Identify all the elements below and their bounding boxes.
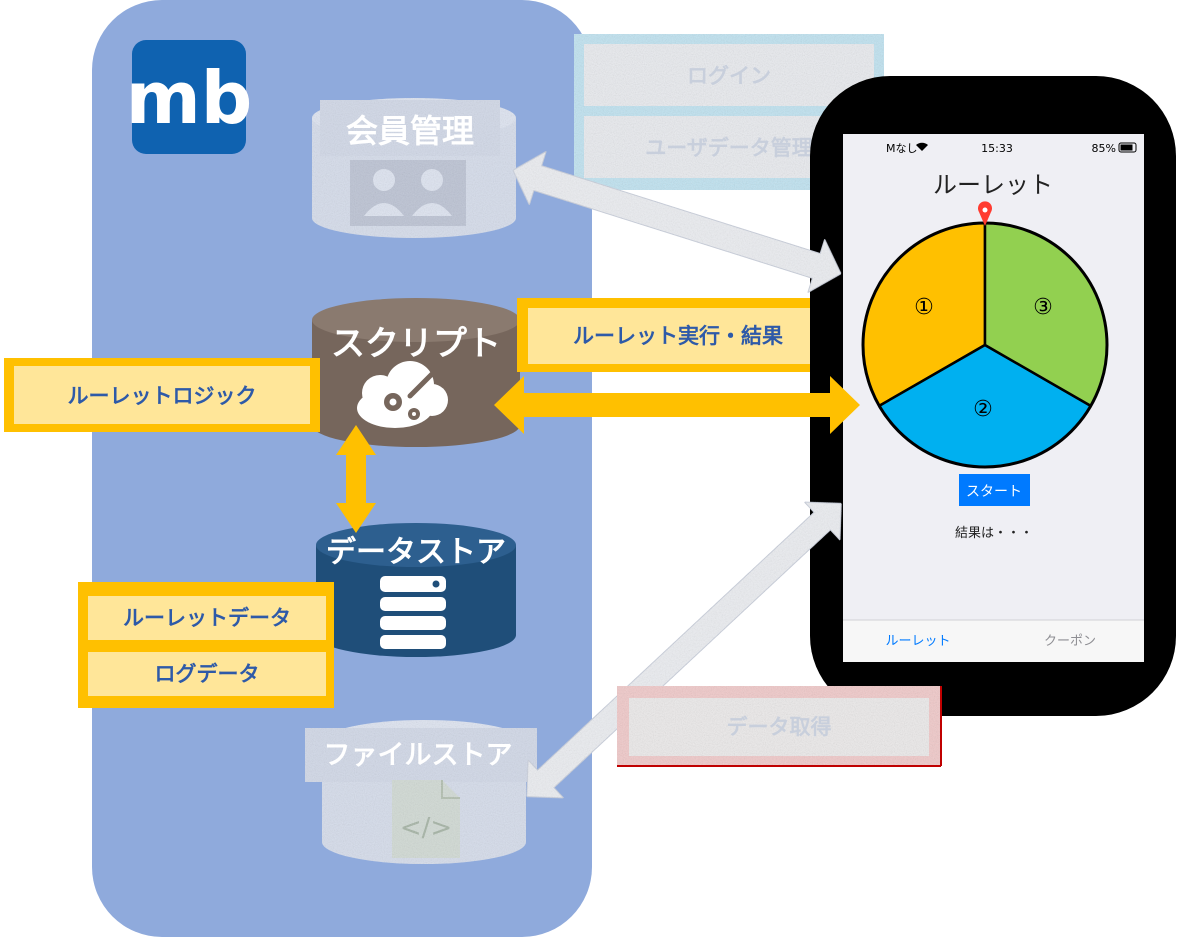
tab-coupon[interactable]: クーポン (1044, 634, 1096, 649)
filestore-db-label: ファイルストア (324, 740, 513, 771)
status-time: 15:33 (981, 142, 1013, 155)
mb-logo: mb (126, 40, 253, 154)
segment-2-label: ② (973, 397, 993, 422)
status-battery: 85% (1092, 142, 1116, 155)
code-file-icon: </> (392, 780, 460, 858)
data-fetch-label: データ取得 (727, 715, 832, 739)
user-data-label: ユーザデータ管理 (645, 136, 813, 160)
roulette-exec-label: ルーレット実行・結果 (573, 324, 783, 348)
result-text: 結果は・・・ (955, 526, 1033, 541)
logo-text: mb (126, 56, 253, 140)
diagram-canvas: mb 会員管理 スクリプト データストア </> ファイルストア ルーレットロジ… (4, 0, 1176, 937)
app-title: ルーレット (933, 171, 1053, 199)
architecture-diagram: mb 会員管理 スクリプト データストア </> ファイルストア ルーレットロジ… (0, 0, 1177, 937)
segment-1-label: ① (914, 295, 934, 320)
datastore-db-label: データストア (326, 535, 506, 570)
status-carrier: Mなし (886, 142, 918, 155)
start-button-label: スタート (966, 484, 1022, 500)
script-db-label: スクリプト (331, 324, 501, 364)
member-db-label: 会員管理 (346, 112, 474, 150)
start-button[interactable]: スタート (959, 474, 1030, 506)
roulette-logic-label: ルーレットロジック (68, 384, 257, 408)
svg-text:</>: </> (400, 813, 452, 843)
datastore-labels-box (78, 582, 334, 708)
users-icon (350, 160, 466, 226)
log-data-label: ログデータ (155, 662, 260, 686)
roulette-data-label: ルーレットデータ (123, 606, 291, 630)
tab-roulette[interactable]: ルーレット (885, 634, 950, 649)
segment-3-label: ③ (1033, 295, 1053, 320)
login-label: ログイン (687, 64, 771, 88)
